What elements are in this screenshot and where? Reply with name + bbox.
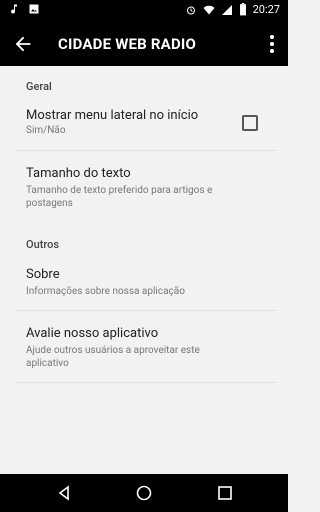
battery-icon <box>239 3 246 16</box>
pref-title: Mostrar menu lateral no início <box>26 108 199 123</box>
app-bar: CIDADE WEB RADIO <box>0 22 288 66</box>
section-header-geral: Geral <box>26 80 52 93</box>
back-nav-icon[interactable] <box>56 485 72 501</box>
pref-summary: Informações sobre nossa aplicação <box>26 286 185 297</box>
pref-title: Sobre <box>26 267 60 282</box>
pref-summary: Ajude outros usuários a aproveitar este … <box>26 345 200 369</box>
image-icon <box>29 4 39 14</box>
section-header-outros: Outros <box>26 238 60 251</box>
music-note-icon <box>11 4 17 14</box>
recents-nav-icon[interactable] <box>218 486 232 500</box>
home-nav-icon[interactable] <box>136 485 152 501</box>
menu-lateral-checkbox[interactable] <box>242 115 258 131</box>
pref-summary: Tamanho de texto preferido para artigos … <box>26 185 213 209</box>
status-bar: 20:27 <box>0 0 288 22</box>
pref-title: Tamanho do texto <box>26 166 131 181</box>
divider <box>16 150 276 151</box>
divider <box>16 382 276 383</box>
settings-content: Geral Mostrar menu lateral no início Sim… <box>0 66 288 474</box>
alarm-icon <box>186 6 195 14</box>
wifi-icon <box>203 5 215 14</box>
back-arrow-icon[interactable] <box>12 33 34 55</box>
page-title: CIDADE WEB RADIO <box>58 35 197 53</box>
divider <box>16 310 276 311</box>
more-vert-icon[interactable] <box>268 34 276 54</box>
pref-title: Avalie nosso aplicativo <box>26 326 159 341</box>
signal-icon <box>221 4 232 15</box>
status-time: 20:27 <box>252 3 280 16</box>
pref-summary: Sim/Não <box>26 125 66 136</box>
navigation-bar <box>0 474 288 512</box>
